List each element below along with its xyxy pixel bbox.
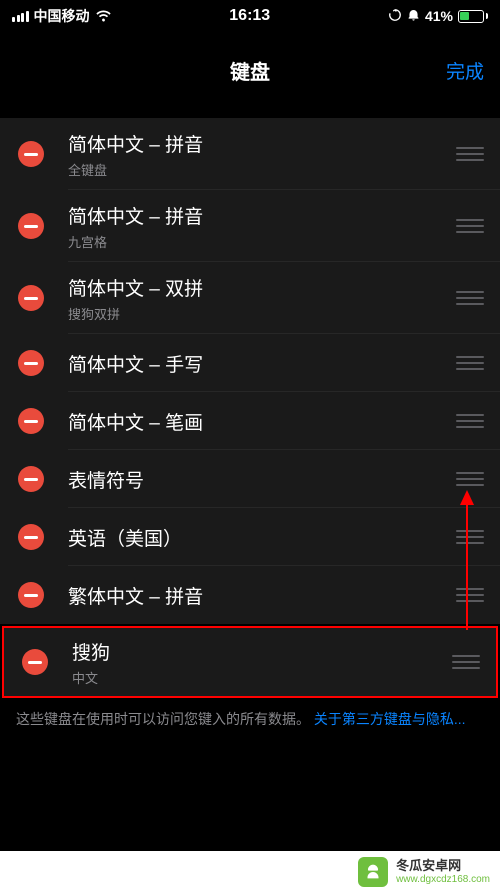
alarm-icon — [407, 8, 420, 24]
row-title: 表情符号 — [68, 466, 456, 493]
row-labels: 简体中文 – 笔画 — [68, 408, 456, 435]
status-left: 中国移动 — [12, 6, 112, 26]
watermark-logo-icon — [358, 857, 388, 887]
row-labels: 简体中文 – 拼音 全键盘 — [68, 130, 456, 179]
row-title: 英语（美国） — [68, 524, 456, 551]
drag-handle-icon[interactable] — [456, 291, 484, 305]
row-title: 简体中文 – 拼音 — [68, 130, 456, 157]
keyboard-row[interactable]: 表情符号 — [0, 450, 500, 508]
drag-handle-icon[interactable] — [452, 655, 480, 669]
delete-button[interactable] — [18, 582, 44, 608]
keyboard-row[interactable]: 简体中文 – 笔画 — [0, 392, 500, 450]
wifi-icon — [95, 10, 112, 22]
row-labels: 简体中文 – 双拼 搜狗双拼 — [68, 274, 456, 323]
status-bar: 中国移动 16:13 41% — [0, 0, 500, 30]
row-subtitle: 全键盘 — [68, 160, 456, 179]
row-labels: 表情符号 — [68, 466, 456, 493]
drag-handle-icon[interactable] — [456, 588, 484, 602]
keyboard-row[interactable]: 简体中文 – 拼音 九宫格 — [0, 190, 500, 262]
row-title: 简体中文 – 拼音 — [68, 202, 456, 229]
watermark-text: 冬瓜安卓网 www.dgxcdz168.com — [396, 859, 490, 884]
watermark: 冬瓜安卓网 www.dgxcdz168.com — [0, 851, 500, 893]
row-labels: 简体中文 – 手写 — [68, 350, 456, 377]
drag-handle-icon[interactable] — [456, 530, 484, 544]
drag-handle-icon[interactable] — [456, 472, 484, 486]
delete-button[interactable] — [18, 350, 44, 376]
drag-handle-icon[interactable] — [456, 219, 484, 233]
row-title: 简体中文 – 双拼 — [68, 274, 456, 301]
footer-note: 这些键盘在使用时可以访问您键入的所有数据。 关于第三方键盘与隐私... — [0, 698, 500, 740]
delete-button[interactable] — [18, 285, 44, 311]
carrier-label: 中国移动 — [34, 6, 90, 26]
watermark-name: 冬瓜安卓网 — [396, 859, 461, 873]
row-labels: 繁体中文 – 拼音 — [68, 582, 456, 609]
delete-button[interactable] — [22, 649, 48, 675]
battery-icon — [458, 10, 488, 23]
row-title: 繁体中文 – 拼音 — [68, 582, 456, 609]
drag-handle-icon[interactable] — [456, 147, 484, 161]
row-labels: 简体中文 – 拼音 九宫格 — [68, 202, 456, 251]
row-title: 搜狗 — [72, 638, 452, 665]
delete-button[interactable] — [18, 213, 44, 239]
delete-button[interactable] — [18, 466, 44, 492]
keyboard-row-highlighted[interactable]: 搜狗 中文 — [2, 626, 498, 698]
done-button[interactable]: 完成 — [446, 57, 484, 84]
drag-handle-icon[interactable] — [456, 414, 484, 428]
row-labels: 英语（美国） — [68, 524, 456, 551]
row-labels: 搜狗 中文 — [72, 638, 452, 687]
row-subtitle: 搜狗双拼 — [68, 304, 456, 323]
drag-handle-icon[interactable] — [456, 356, 484, 370]
status-right: 41% — [388, 8, 488, 25]
delete-button[interactable] — [18, 408, 44, 434]
status-time: 16:13 — [229, 7, 270, 25]
row-title: 简体中文 – 手写 — [68, 350, 456, 377]
keyboard-row[interactable]: 简体中文 – 手写 — [0, 334, 500, 392]
keyboard-row[interactable]: 繁体中文 – 拼音 — [0, 566, 500, 624]
row-subtitle: 中文 — [72, 668, 452, 687]
row-subtitle: 九宫格 — [68, 232, 456, 251]
footer-text: 这些键盘在使用时可以访问您键入的所有数据。 — [16, 711, 310, 727]
keyboard-row[interactable]: 简体中文 – 拼音 全键盘 — [0, 118, 500, 190]
signal-icon — [12, 11, 29, 22]
row-title: 简体中文 – 笔画 — [68, 408, 456, 435]
delete-button[interactable] — [18, 141, 44, 167]
privacy-link[interactable]: 关于第三方键盘与隐私... — [314, 711, 466, 727]
delete-button[interactable] — [18, 524, 44, 550]
watermark-url: www.dgxcdz168.com — [396, 874, 490, 885]
keyboard-row[interactable]: 简体中文 – 双拼 搜狗双拼 — [0, 262, 500, 334]
keyboard-list: 简体中文 – 拼音 全键盘 简体中文 – 拼音 九宫格 简体中文 – 双拼 搜狗… — [0, 118, 500, 740]
keyboard-row[interactable]: 英语（美国） — [0, 508, 500, 566]
nav-bar: 键盘 完成 — [0, 48, 500, 92]
page-title: 键盘 — [230, 56, 270, 85]
battery-pct: 41% — [425, 8, 453, 24]
rotation-lock-icon — [388, 8, 402, 25]
